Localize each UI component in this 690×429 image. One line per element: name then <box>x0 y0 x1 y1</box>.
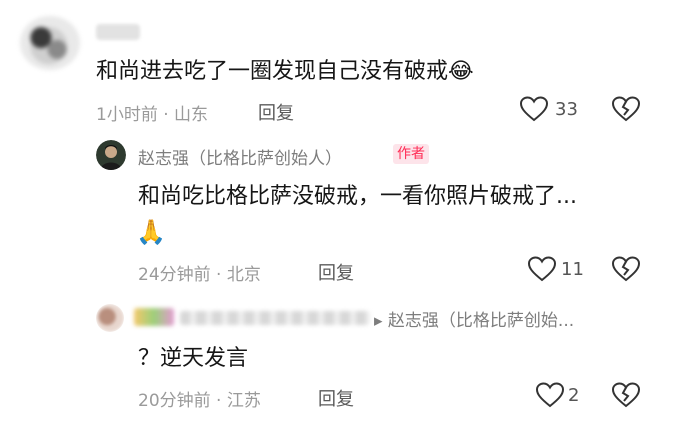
broken-heart-icon <box>612 256 640 282</box>
reply-2-reply-to[interactable]: ▸ 赵志强（比格比萨创始... <box>374 306 574 331</box>
main-comment-time-location: 1小时前 · 山东 <box>96 105 209 125</box>
commenter-avatar[interactable] <box>20 16 80 70</box>
reply-1-dislike-button[interactable] <box>612 256 640 284</box>
main-like-button[interactable] <box>520 96 550 124</box>
reply-1-reply-button[interactable]: 回复 <box>318 259 354 285</box>
reply-1-text: 和尚吃比格比萨没破戒，一看你照片破戒了... <box>138 184 577 209</box>
reply-2-like-count: 2 <box>568 385 580 406</box>
main-comment-text-row: 和尚进去吃了一圈发现自己没有破戒😂 <box>96 58 474 86</box>
main-dislike-button[interactable] <box>612 96 640 124</box>
reply-1-like-button[interactable] <box>528 256 558 284</box>
reply-2-username-blurred[interactable] <box>180 311 370 325</box>
reply-2-reply-button[interactable]: 回复 <box>318 385 354 411</box>
reply-1-like-count: 11 <box>561 259 584 280</box>
author-avatar-image <box>96 140 126 170</box>
folded-hands-emoji: 🙏 <box>136 218 166 246</box>
reply-2-avatar-blurred <box>96 304 124 332</box>
heart-icon <box>520 96 548 122</box>
reply-2-like-button[interactable] <box>536 382 566 410</box>
reply-2-text: ？逆天发言 <box>138 346 249 371</box>
reply-2-dislike-button[interactable] <box>612 382 640 410</box>
reply-2-username-emoji-blurred <box>134 308 174 326</box>
broken-heart-icon <box>612 382 640 408</box>
main-reply-button[interactable]: 回复 <box>258 99 294 125</box>
main-like-count: 33 <box>555 99 578 120</box>
reply-2-time-location: 20分钟前 · 江苏 <box>138 391 261 411</box>
reply-2-avatar[interactable] <box>96 304 124 332</box>
author-badge: 作者 <box>393 144 429 164</box>
author-avatar[interactable] <box>96 140 126 170</box>
laughing-emoji: 😂 <box>448 59 474 84</box>
heart-icon <box>528 256 556 282</box>
commenter-name-blurred[interactable] <box>96 24 140 40</box>
heart-icon <box>536 382 564 408</box>
broken-heart-icon <box>612 96 640 122</box>
author-name[interactable]: 赵志强（比格比萨创始人） <box>138 144 342 169</box>
main-comment-text: 和尚进去吃了一圈发现自己没有破戒 <box>96 59 449 84</box>
reply-1-time-location: 24分钟前 · 北京 <box>138 265 261 285</box>
